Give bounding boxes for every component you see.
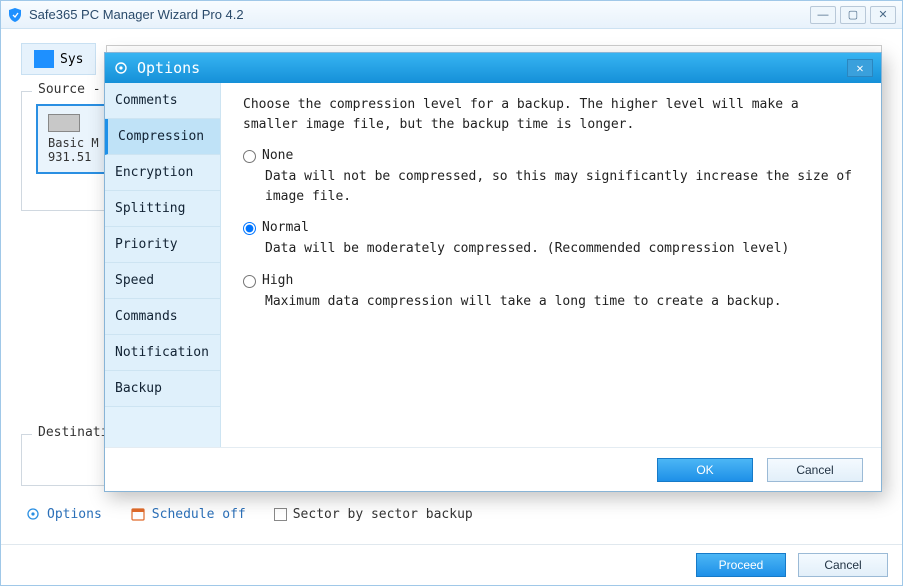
schedule-link[interactable]: Schedule off	[130, 506, 246, 522]
close-button[interactable]: ✕	[870, 6, 896, 24]
windows-flag-icon	[34, 50, 54, 68]
radio-high[interactable]: High	[243, 273, 859, 288]
bottom-bar: Options Schedule off Sector by sector ba…	[21, 498, 882, 530]
radio-high-desc: Maximum data compression will take a lon…	[265, 292, 859, 312]
window-title: Safe365 PC Manager Wizard Pro 4.2	[29, 7, 244, 22]
dialog-title: Options	[137, 59, 200, 77]
options-sidebar: CommentsCompressionEncryptionSplittingPr…	[105, 83, 221, 447]
maximize-button[interactable]: ▢	[840, 6, 866, 24]
calendar-icon	[130, 506, 146, 522]
gear-icon	[113, 60, 129, 76]
radio-high-input[interactable]	[243, 275, 256, 288]
radio-normal[interactable]: Normal	[243, 220, 859, 235]
sidebar-item-comments[interactable]: Comments	[105, 83, 220, 119]
checkbox-icon	[274, 508, 287, 521]
sidebar-item-speed[interactable]: Speed	[105, 263, 220, 299]
sidebar-item-priority[interactable]: Priority	[105, 227, 220, 263]
system-tab[interactable]: Sys	[21, 43, 96, 75]
dialog-titlebar: Options ✕	[105, 53, 881, 83]
dialog-close-button[interactable]: ✕	[847, 59, 873, 77]
proceed-button[interactable]: Proceed	[696, 553, 786, 577]
sidebar-item-commands[interactable]: Commands	[105, 299, 220, 335]
footer: Proceed Cancel	[1, 544, 902, 585]
sidebar-item-notification[interactable]: Notification	[105, 335, 220, 371]
source-legend: Source -	[32, 82, 107, 97]
dialog-footer: OK Cancel	[105, 447, 881, 491]
sidebar-item-compression[interactable]: Compression	[105, 119, 220, 155]
dialog-cancel-button[interactable]: Cancel	[767, 458, 863, 482]
titlebar: Safe365 PC Manager Wizard Pro 4.2 — ▢ ✕	[1, 1, 902, 29]
sector-checkbox[interactable]: Sector by sector backup	[274, 507, 473, 522]
options-link[interactable]: Options	[25, 506, 102, 522]
sidebar-item-backup[interactable]: Backup	[105, 371, 220, 407]
options-dialog: Options ✕ CommentsCompressionEncryptionS…	[104, 52, 882, 492]
app-shield-icon	[7, 7, 23, 23]
options-content: Choose the compression level for a backu…	[221, 83, 881, 447]
radio-normal-input[interactable]	[243, 222, 256, 235]
gear-icon	[25, 506, 41, 522]
sidebar-item-encryption[interactable]: Encryption	[105, 155, 220, 191]
sidebar-item-splitting[interactable]: Splitting	[105, 191, 220, 227]
minimize-button[interactable]: —	[810, 6, 836, 24]
destination-legend: Destinati	[32, 425, 114, 440]
hard-drive-icon	[48, 114, 80, 132]
radio-none-desc: Data will not be compressed, so this may…	[265, 167, 859, 206]
intro-text: Choose the compression level for a backu…	[243, 95, 859, 134]
cancel-button[interactable]: Cancel	[798, 553, 888, 577]
radio-none[interactable]: None	[243, 148, 859, 163]
radio-none-input[interactable]	[243, 150, 256, 163]
ok-button[interactable]: OK	[657, 458, 753, 482]
radio-normal-desc: Data will be moderately compressed. (Rec…	[265, 239, 859, 259]
tab-label: Sys	[60, 52, 83, 67]
